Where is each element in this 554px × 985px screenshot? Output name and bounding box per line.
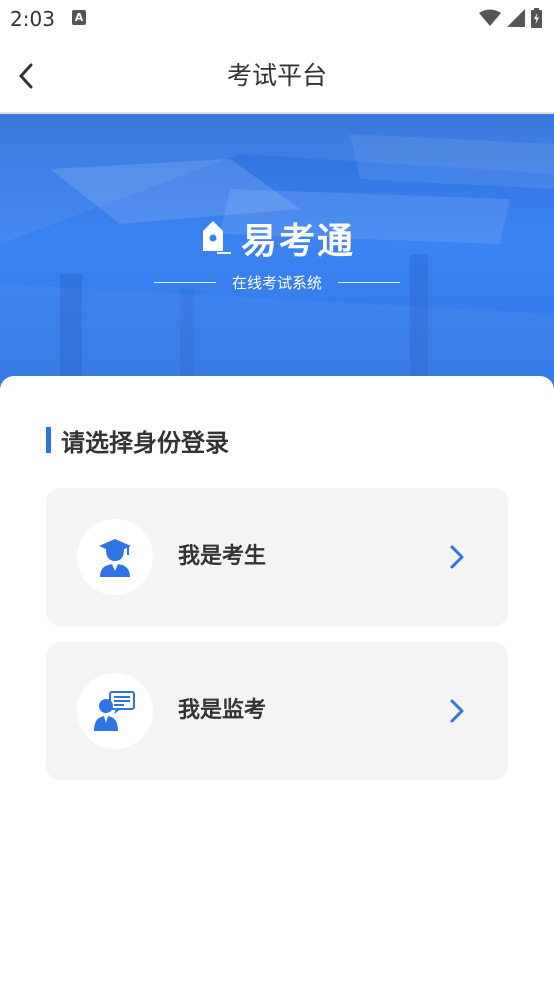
notification-a-icon: A [72,10,86,25]
section-accent-bar [46,427,51,453]
brand-name: 易考通 [240,221,355,262]
divider-left [153,282,216,283]
login-panel: 请选择身份登录 我是考生 我是监考 [0,376,554,985]
chevron-right-icon [450,699,464,723]
exam-platform-screen: 2:03 A 考试平台 易考通 在线考试系统 请选择身份登录 我是考生 我是监考 [0,0,554,985]
role-label: 我是考生 [178,544,267,569]
role-card-proctor[interactable]: 我是监考 [46,642,508,780]
role-card-student[interactable]: 我是考生 [46,488,508,626]
page-title: 考试平台 [226,61,327,90]
battery-charging-icon [531,8,542,28]
pen-nib-icon [202,221,231,254]
brand: 易考通 [0,212,554,264]
status-bar: 2:03 A [0,0,554,38]
brand-subtitle: 在线考试系统 [231,274,322,292]
wifi-icon [479,9,501,26]
section-title: 请选择身份登录 [61,428,229,457]
role-avatar [77,519,153,595]
role-avatar [77,673,153,749]
status-time: 2:03 [10,7,55,31]
nav-bar: 考试平台 [0,38,554,114]
divider-right [338,282,400,283]
status-icons [479,8,542,28]
graduate-student-icon [99,539,131,577]
signal-icon [507,9,525,27]
chevron-right-icon [450,545,464,569]
section-header: 请选择身份登录 [46,426,229,457]
proctor-presenter-icon [94,691,135,731]
subtitle-row: 在线考试系统 [0,272,554,293]
banner: 易考通 在线考试系统 [0,114,554,404]
role-label: 我是监考 [178,698,267,723]
